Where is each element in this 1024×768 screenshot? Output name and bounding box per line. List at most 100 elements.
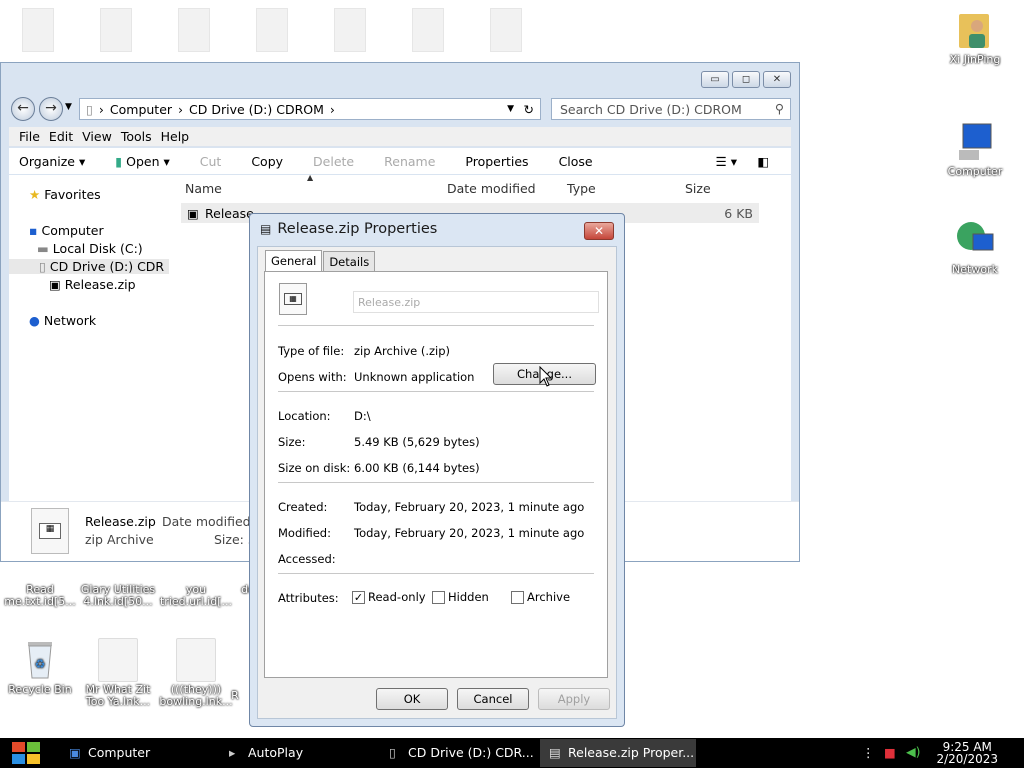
back-button[interactable]: ←: [11, 97, 35, 121]
star-icon: ★: [29, 187, 41, 202]
hidden-checkbox[interactable]: Hidden: [432, 590, 489, 604]
desktop-icon-mr-what[interactable]: Mr What Zit Too Ya.lnk...: [78, 638, 158, 708]
desktop-icon-user-folder[interactable]: Xi JinPing: [935, 8, 1015, 66]
rename-button[interactable]: Rename: [384, 154, 435, 169]
taskbar-item-properties[interactable]: ▤ Release.zip Proper...: [540, 739, 696, 767]
desktop-file-icon[interactable]: [490, 8, 522, 52]
maximize-button[interactable]: ◻: [732, 71, 760, 88]
menu-view[interactable]: View: [80, 127, 119, 146]
clock[interactable]: 9:25 AM 2/20/2023: [936, 741, 998, 765]
copy-button[interactable]: Copy: [251, 154, 283, 169]
cancel-button[interactable]: Cancel: [457, 688, 529, 710]
minimize-button[interactable]: ▭: [701, 71, 729, 88]
menu-help[interactable]: Help: [159, 127, 197, 146]
recent-pages-dropdown[interactable]: ▼: [65, 102, 72, 112]
mouse-cursor-icon: [539, 366, 553, 387]
computer-icon: ▪: [29, 223, 38, 238]
organize-button[interactable]: Organize ▾: [19, 154, 85, 169]
sort-arrow-icon: ▲: [307, 173, 314, 182]
action-center-icon[interactable]: ■: [884, 745, 896, 760]
user-folder-icon: [955, 8, 995, 52]
zip-icon: ▣: [187, 206, 199, 221]
taskbar-item-computer[interactable]: ▣ Computer: [60, 739, 216, 767]
ok-button[interactable]: OK: [376, 688, 448, 710]
nav-computer[interactable]: ▪ Computer: [29, 223, 104, 238]
taskbar-item-cd-drive[interactable]: ▯ CD Drive (D:) CDR...: [380, 739, 536, 767]
document-icon: ▤: [549, 745, 561, 760]
desktop-icon-recycle-bin[interactable]: ♻ Recycle Bin: [0, 638, 80, 696]
location-value: D:\: [354, 409, 371, 423]
desktop-file-icon[interactable]: [412, 8, 444, 52]
column-size[interactable]: Size: [685, 181, 711, 196]
archive-checkbox[interactable]: Archive: [511, 590, 570, 604]
column-date-modified[interactable]: Date modified: [447, 181, 536, 196]
desktop-file-icon[interactable]: [22, 8, 54, 52]
details-file-type: zip Archive: [85, 532, 154, 547]
menu-edit[interactable]: Edit: [47, 127, 80, 146]
delete-button[interactable]: Delete: [313, 154, 354, 169]
cut-button[interactable]: Cut: [200, 154, 222, 169]
apply-button[interactable]: Apply: [538, 688, 610, 710]
column-type[interactable]: Type: [567, 181, 596, 196]
open-button[interactable]: ▮ Open ▾: [115, 154, 170, 169]
created-label: Created:: [278, 500, 328, 514]
checkbox-checked: ✓: [352, 590, 365, 604]
search-icon[interactable]: ⚲: [775, 101, 784, 116]
close-command-button[interactable]: Close: [559, 154, 593, 169]
preview-pane-icon[interactable]: ◧: [757, 154, 769, 169]
readonly-checkbox[interactable]: ✓ Read-only: [352, 590, 426, 604]
nav-local-disk[interactable]: ▬ Local Disk (C:): [37, 241, 143, 256]
desktop-file-icon[interactable]: [334, 8, 366, 52]
desktop-icon-computer[interactable]: Computer: [935, 120, 1015, 178]
checkbox-unchecked: [432, 590, 445, 604]
dialog-close-button[interactable]: ✕: [584, 222, 614, 240]
close-button[interactable]: ✕: [763, 71, 791, 88]
search-input[interactable]: Search CD Drive (D:) CDROM ⚲: [551, 98, 791, 120]
forward-button[interactable]: →: [39, 97, 63, 121]
nav-favorites[interactable]: ★ Favorites: [29, 187, 101, 202]
taskbar: ▣ Computer ▸ AutoPlay ▯ CD Drive (D:) CD…: [0, 738, 1024, 768]
desktop-file-icon[interactable]: [100, 8, 132, 52]
taskbar-item-autoplay[interactable]: ▸ AutoPlay: [220, 739, 376, 767]
breadcrumb-computer[interactable]: Computer: [110, 102, 172, 117]
nav-network[interactable]: ● Network: [29, 313, 96, 328]
menu-bar: File Edit View Tools Help: [9, 127, 791, 147]
windows-logo-icon: [12, 742, 40, 764]
volume-icon[interactable]: ◀): [906, 744, 921, 759]
address-dropdown[interactable]: ▼: [507, 104, 514, 114]
refresh-icon[interactable]: ↻: [524, 102, 534, 117]
network-icon: ●: [29, 313, 40, 328]
zip-icon: ▣: [49, 277, 61, 292]
start-button[interactable]: [10, 740, 42, 766]
document-icon: ▤: [260, 222, 272, 236]
desktop-icon-network[interactable]: Network: [935, 218, 1015, 276]
desktop-icon-readme[interactable]: Read me.txt.id[5...: [0, 584, 80, 608]
tab-general[interactable]: General: [265, 250, 323, 273]
menu-tools[interactable]: Tools: [119, 127, 159, 146]
attributes-label: Attributes:: [278, 591, 339, 605]
computer-icon: ▣: [69, 745, 81, 760]
general-tab-page: ▦ Release.zip Type of file: zip Archive …: [264, 271, 608, 678]
menu-file[interactable]: File: [17, 127, 47, 146]
nav-release-zip[interactable]: ▣ Release.zip: [49, 277, 136, 292]
breadcrumb-cd-drive[interactable]: CD Drive (D:) CDROM: [189, 102, 324, 117]
properties-button[interactable]: Properties: [465, 154, 528, 169]
desktop-icon-glary[interactable]: Glary Utilities 4.lnk.id[50...: [78, 584, 158, 608]
view-options-icon[interactable]: ☰ ▾: [716, 154, 737, 169]
open-icon: ▮: [115, 153, 123, 169]
checkbox-unchecked: [511, 590, 524, 604]
desktop-file-icon[interactable]: [256, 8, 288, 52]
column-name[interactable]: Name: [185, 181, 222, 196]
filename-field[interactable]: Release.zip: [353, 291, 599, 313]
file-name: Release: [205, 206, 254, 221]
explorer-titlebar[interactable]: ▭ ◻ ✕: [1, 63, 799, 93]
properties-dialog[interactable]: ▤ Release.zip Properties ✕ General Detai…: [249, 213, 625, 727]
file-icon: [176, 638, 216, 682]
tray-overflow-icon[interactable]: ⋮: [862, 745, 875, 760]
address-bar[interactable]: ▯ › Computer › CD Drive (D:) CDROM › ▼ ↻: [79, 98, 541, 120]
size-label: Size:: [278, 435, 306, 449]
opens-with-value: Unknown application: [354, 370, 475, 384]
network-icon: [955, 218, 995, 262]
desktop-file-icon[interactable]: [178, 8, 210, 52]
nav-cd-drive[interactable]: ▯ CD Drive (D:) CDR: [9, 259, 169, 274]
